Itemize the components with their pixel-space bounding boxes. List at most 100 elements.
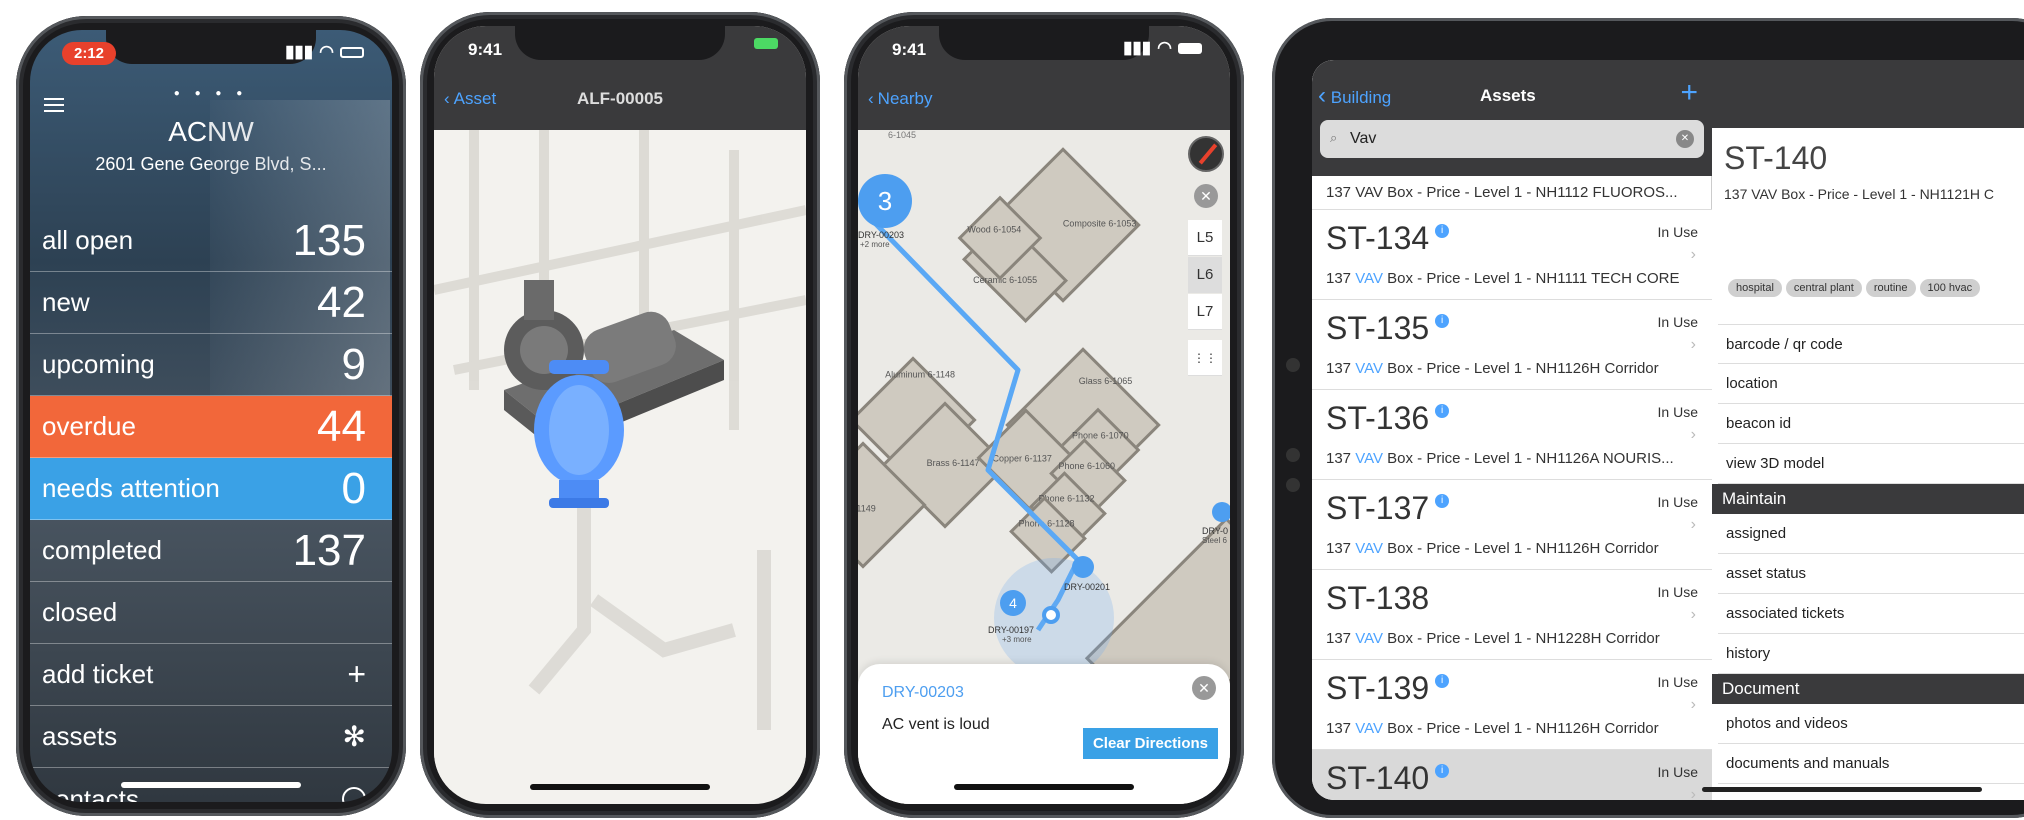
cluster-marker[interactable]: 3 (858, 174, 912, 228)
asset-code: ST-137 i (1326, 490, 1450, 527)
field-label: view 3D model (1726, 455, 1825, 472)
asset-code: ST-138 (1326, 580, 1430, 616)
menu-label: needs attention (42, 473, 220, 503)
close-map-icon[interactable]: ✕ (1194, 184, 1218, 208)
chevron-left-icon: ‹ (444, 89, 450, 108)
field-label: location (1726, 375, 1778, 392)
menu-item-completed[interactable]: completed 137 (30, 520, 392, 582)
search-icon: ⌕ (1330, 130, 1338, 145)
chevron-right-icon: › (1690, 336, 1696, 353)
compass-icon[interactable] (1188, 136, 1224, 172)
card-close-icon[interactable]: ✕ (1192, 676, 1216, 700)
menu-item-new[interactable]: new 42 (30, 272, 392, 334)
clear-directions-button[interactable]: Clear Directions (1082, 728, 1218, 759)
asset-code: ST-140 i (1326, 760, 1450, 797)
tag-hospital[interactable]: hospital (1728, 279, 1782, 297)
edge-asset-label: DRY-0 (1202, 526, 1229, 536)
clear-search-icon[interactable]: ✕ (1676, 130, 1694, 148)
menu-count: 135 (292, 215, 366, 265)
battery-icon (340, 46, 364, 58)
table-row[interactable]: ST-140 i In Use › (1312, 750, 1712, 800)
home-indicator (530, 784, 710, 790)
ipad-screen: ‹ Building Assets + ⌕ Vav ✕ 137 VAV Box … (1312, 60, 2024, 800)
cluster-marker-secondary[interactable]: 4 (1000, 590, 1026, 616)
asset-description: 137 VAV Box - Price - Level 1 - NH1228H … (1326, 630, 1660, 647)
chevron-right-icon: › (1690, 516, 1696, 533)
ipad-sensor-2 (1286, 478, 1300, 492)
add-asset-button[interactable]: + (1680, 76, 1698, 110)
tag-list: hospital central plant routine 100 hvac (1728, 278, 1984, 297)
field-barcode[interactable]: barcode / qr code (1718, 324, 2024, 364)
back-button[interactable]: ‹ Nearby (868, 89, 932, 109)
field-history[interactable]: history (1718, 634, 2024, 674)
info-badge-icon: i (1435, 314, 1450, 328)
detail-panel: As ST-140 137 VAV Box - Price - Level 1 … (1712, 60, 2024, 800)
tag-routine[interactable]: routine (1865, 279, 1916, 297)
filter-settings-icon[interactable]: ⋮⋮ (1188, 340, 1222, 376)
cluster-secondary-label: DRY-00197 (988, 625, 1035, 635)
menu-item-all-open[interactable]: all open 135 (30, 210, 392, 272)
hamburger-menu-icon[interactable] (44, 94, 64, 116)
chevron-right-icon: › (1690, 246, 1696, 263)
menu-item-add-ticket[interactable]: add ticket + (30, 644, 392, 706)
list-item-partial[interactable]: 137 VAV Box - Price - Level 1 - NH1112 F… (1312, 176, 1712, 210)
card-asset-code[interactable]: DRY-00203 (882, 684, 964, 702)
back-button[interactable]: ‹ Asset (444, 89, 496, 109)
status-icons: ▮▮▮ ◠ (1123, 38, 1202, 58)
menu-item-needs-attention[interactable]: needs attention 0 (30, 458, 392, 520)
menu-item-upcoming[interactable]: upcoming 9 (30, 334, 392, 396)
table-row[interactable]: ST-139 i In Use › 137 VAV Box - Price - Leve… (1312, 660, 1712, 750)
edge-asset-pin[interactable] (1212, 502, 1230, 522)
asset-pin[interactable] (1072, 556, 1094, 578)
field-label: photos and videos (1726, 715, 1848, 732)
field-label: assigned (1726, 525, 1787, 542)
menu-item-assets[interactable]: assets ✻ (30, 706, 392, 768)
back-label: Asset (453, 89, 497, 108)
search-field[interactable]: ⌕ Vav ✕ (1320, 120, 1704, 158)
3d-model-viewer[interactable] (434, 130, 806, 790)
status-text: In Use (1657, 674, 1698, 690)
floor-map[interactable]: 6-1045 Composite 6-1053 Ceramic 6-1055 W… (858, 130, 1230, 804)
back-button[interactable]: ‹ Building (1318, 82, 1391, 110)
field-asset-status[interactable]: asset status (1718, 554, 2024, 594)
chevron-right-icon: › (1690, 426, 1696, 443)
table-row[interactable]: ST-138 In Use › 137 VAV Box - Price - Level… (1312, 570, 1712, 660)
ipad-device: ‹ Building Assets + ⌕ Vav ✕ 137 VAV Box … (1272, 18, 2024, 818)
fan-icon: ✻ (342, 721, 366, 752)
field-documents-manuals[interactable]: documents and manuals (1718, 744, 2024, 784)
field-assigned[interactable]: assigned (1718, 514, 2024, 554)
tag-100-hvac[interactable]: 100 hvac (1919, 279, 1981, 297)
table-row[interactable]: ST-135 i In Use › 137 VAV Box - Price - Leve… (1312, 300, 1712, 390)
menu-count: 0 (341, 463, 366, 513)
field-associated-tickets[interactable]: associated tickets (1718, 594, 2024, 634)
menu-item-closed[interactable]: closed (30, 582, 392, 644)
info-badge-icon: i (1435, 404, 1450, 418)
table-row[interactable]: ST-137 i In Use › 137 VAV Box - Price - Leve… (1312, 480, 1712, 570)
field-label: documents and manuals (1726, 755, 1890, 772)
table-row[interactable]: ST-136 i In Use › 137 VAV Box - Price - Leve… (1312, 390, 1712, 480)
home-indicator (1702, 787, 1982, 792)
wifi-icon: ◠ (319, 42, 334, 61)
field-beacon-id[interactable]: beacon id (1718, 404, 2024, 444)
menu-item-overdue[interactable]: overdue 44 (30, 396, 392, 458)
level-button-l7[interactable]: L7 (1188, 294, 1222, 330)
asset-code: ST-134 i (1326, 220, 1450, 257)
chevron-right-icon: › (1690, 696, 1696, 713)
info-badge-icon: i (1435, 224, 1450, 238)
field-photos-videos[interactable]: photos and videos (1718, 704, 2024, 744)
dashboard-screen: 2:12 ▮▮▮ ◠ ● ● ● ● ACNW 2601 Gene George… (30, 30, 392, 802)
menu-label: assets (42, 721, 118, 751)
asset-pin-label: DRY-00201 (1064, 582, 1111, 592)
tag-central-plant[interactable]: central plant (1785, 279, 1862, 297)
field-location[interactable]: location (1718, 364, 2024, 404)
map-screen: 9:41 ▮▮▮ ◠ ‹ Nearby 6-1045 Composite 6-10… (858, 26, 1230, 804)
field-view-3d-model[interactable]: view 3D model (1718, 444, 2024, 484)
menu-label: closed (42, 597, 118, 627)
asset-code: ST-139 i (1326, 670, 1450, 707)
table-row[interactable]: ST-134 i In Use › 137 VAV Box - Price - Leve… (1312, 210, 1712, 300)
section-header-document: Document (1712, 674, 2024, 704)
level-button-l6[interactable]: L6 (1188, 257, 1222, 293)
menu-count: 44 (317, 401, 366, 451)
level-button-l5[interactable]: L5 (1188, 220, 1222, 256)
card-description: AC vent is loud (882, 716, 990, 733)
